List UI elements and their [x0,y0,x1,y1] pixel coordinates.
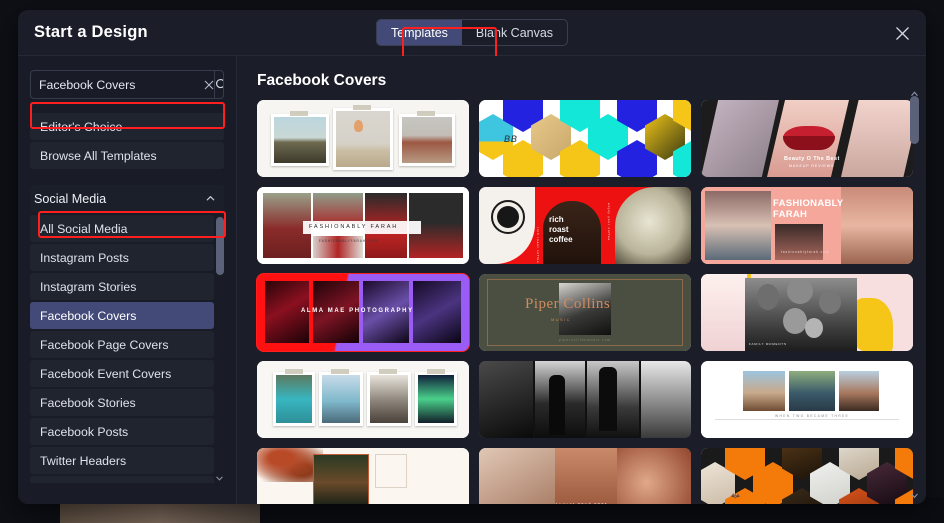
sidebar-item-facebook-covers[interactable]: Facebook Covers [30,302,214,329]
sidebar-scroll-down-icon[interactable] [215,470,224,481]
template-card-military-silhouette[interactable] [479,361,691,438]
gallery-scrollbar-track[interactable] [910,92,919,486]
template-caption: FASHIONABLY FARAH [773,198,844,220]
template-subcaption: fashionablyfarah.com [781,250,830,254]
modal-header: Start a Design Templates Blank Canvas [18,10,926,59]
template-subcaption: MUSIC [551,317,571,322]
template-subcaption: MAKEUP REVIEWS [789,164,835,168]
template-card-autumn-blossom-quote[interactable]: The letting means the wildflower — the P… [257,448,469,504]
search-icon[interactable] [214,71,223,98]
template-card-fashionably-farah-pink[interactable]: FASHIONABLY FARAH fashionablyfarah.com [701,187,913,264]
template-card-rich-roast-coffee[interactable]: rich roast coffee rich roast coffee enjo… [479,187,691,264]
template-caption: ALMA MAE PHOTOGRAPHY [301,308,414,314]
modal-body: Editor's Choice Browse All Templates Soc… [18,56,926,504]
search-input[interactable] [31,71,204,98]
template-card-piper-collins-music[interactable]: Piper Collins MUSIC pipercollinsmusic.co… [479,274,691,351]
gallery-heading: Facebook Covers [257,72,387,89]
sidebar-item-editors-choice[interactable]: Editor's Choice [30,113,224,140]
sidebar-group-social-media[interactable]: Social Media [30,185,224,212]
template-caption: rich roast coffee [549,215,573,244]
template-card-beauty-o-the-best[interactable]: Beauty O The Best MAKEUP REVIEWS [701,100,913,177]
tab-templates[interactable]: Templates [376,20,462,45]
gallery-scrollbar-thumb[interactable] [910,96,919,144]
template-grid: BB Beauty O The Best MAKEUP REVIEWS FASH… [256,100,913,504]
template-card-hexagon-yellow-blue[interactable]: BB [479,100,691,177]
template-subcaption: FASHIONABLYFARAH.COM [319,239,378,243]
sidebar-item-facebook-page-covers[interactable]: Facebook Page Covers [30,331,214,358]
sidebar-scrollbar-thumb[interactable] [216,217,224,275]
template-card-family-yellow-pink[interactable]: FAMILY MOMENTS [701,274,913,351]
sidebar-subcategory-list: All Social Media Instagram Posts Instagr… [30,215,224,483]
gallery-scroll-down-icon[interactable] [910,486,919,499]
app-root: Start a Design Templates Blank Canvas Fa… [0,0,944,523]
sidebar-item-twitter-headers[interactable]: Twitter Headers [30,447,214,474]
sidebar-group-label: Social Media [34,191,107,206]
search-bar [30,70,224,99]
sidebar-item-all-social-media[interactable]: All Social Media [30,215,214,242]
sidebar-item-browse-all-templates[interactable]: Browse All Templates [30,142,224,169]
template-card-desert-polaroids[interactable] [257,100,469,177]
template-caption: FASHIONABLY FARAH [309,224,399,230]
sidebar-item-instagram-stories[interactable]: Instagram Stories [30,273,214,300]
sidebar-item-instagram-posts[interactable]: Instagram Posts [30,244,214,271]
template-card-fashionably-farah-red[interactable]: FASHIONABLY FARAH FASHIONABLYFARAH.COM [257,187,469,264]
template-card-alma-mae-photography[interactable]: ALMA MAE PHOTOGRAPHY [256,273,470,352]
template-caption: WHEN TWO BECAME THREE [775,414,850,418]
template-caption: Beauty O The Best [784,156,840,162]
start-a-design-modal: Start a Design Templates Blank Canvas Fa… [18,10,926,504]
sidebar-item-twitter-posts[interactable]: Twitter Posts [30,476,214,483]
gallery-scroll-up-icon[interactable] [910,84,919,96]
template-caption: August 22nd 2021 [555,502,608,504]
template-gallery: Facebook Covers BB Beauty O The Best MAK… [237,56,926,504]
tab-bar: Templates Blank Canvas [375,19,569,46]
sidebar-item-facebook-stories[interactable]: Facebook Stories [30,389,214,416]
sidebar-item-facebook-posts[interactable]: Facebook Posts [30,418,214,445]
template-caption: Piper Collins [525,296,611,312]
close-icon[interactable] [890,21,914,45]
template-card-iceland-polaroids[interactable] [257,361,469,438]
clear-search-icon[interactable] [204,71,214,98]
template-card-wedding-august-22nd[interactable]: August 22nd 2021 [479,448,691,504]
chevron-up-icon [205,193,216,204]
tab-blank-canvas[interactable]: Blank Canvas [462,20,567,45]
template-card-when-two-became-three[interactable]: WHEN TWO BECAME THREE [701,361,913,438]
sidebar: Editor's Choice Browse All Templates Soc… [18,56,237,504]
sidebar-item-facebook-event-covers[interactable]: Facebook Event Covers [30,360,214,387]
page-title: Start a Design [34,23,148,41]
template-card-halloween-hexagon[interactable]: 🦇 [701,448,913,504]
